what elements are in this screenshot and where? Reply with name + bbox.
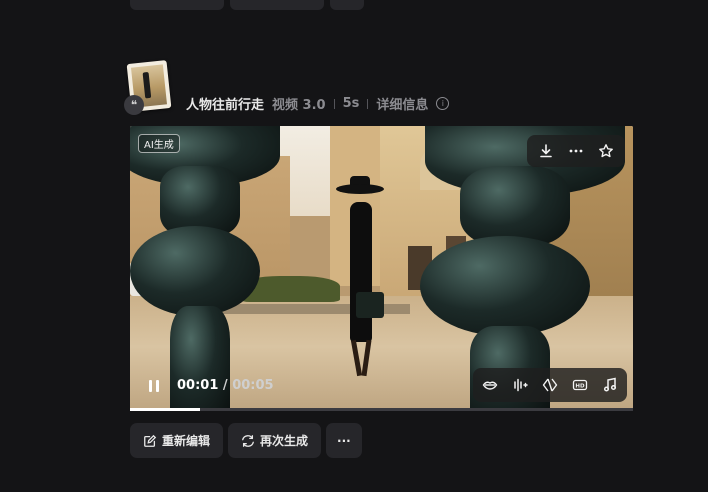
regenerate-button[interactable]: 再次生成 [228, 423, 322, 458]
more-actions-button[interactable]: ··· [326, 423, 362, 458]
scene-woman [336, 176, 384, 377]
details-link[interactable]: 详细信息 [376, 94, 428, 113]
hd-icon[interactable]: HD [567, 372, 593, 398]
svg-text:HD: HD [575, 384, 585, 390]
download-icon[interactable] [533, 138, 559, 164]
progress-fill [130, 408, 201, 411]
more-icon[interactable] [563, 138, 589, 164]
quote-icon: ❝ [124, 95, 144, 115]
divider [367, 98, 369, 109]
star-icon[interactable] [593, 138, 619, 164]
edit-icon [144, 434, 157, 447]
total-time: / 00:05 [222, 378, 274, 393]
record-actions: 重新编辑 再次生成 ··· [130, 423, 362, 458]
scene-vase-right [420, 236, 590, 336]
previous-actions-row [130, 0, 364, 10]
scene-vase-right [460, 166, 570, 246]
previous-more-button[interactable] [330, 0, 364, 10]
video-player[interactable]: AI生成 00:01 / 00:05 HD [130, 126, 633, 409]
previous-reedit-button[interactable] [130, 0, 224, 10]
divider [333, 98, 335, 109]
scene-vase-left [130, 226, 260, 316]
ai-generated-badge: AI生成 [138, 134, 180, 153]
audio-edit-icon[interactable] [507, 372, 533, 398]
prompt-text: 人物往前行走 [186, 98, 265, 113]
refresh-icon [242, 434, 254, 447]
video-top-toolbar [527, 135, 625, 167]
lip-sync-icon[interactable] [477, 372, 503, 398]
reedit-button[interactable]: 重新编辑 [130, 423, 224, 458]
video-bottom-toolbar: HD [473, 368, 627, 402]
model-label: 视频 3.0 [272, 98, 326, 113]
record-header: 人物往前行走 视频 3.0 5s 详细信息 i [186, 94, 450, 113]
regenerate-label: 再次生成 [260, 434, 309, 448]
reedit-label: 重新编辑 [162, 434, 211, 448]
current-time: 00:01 [177, 378, 219, 393]
progress-bar[interactable] [130, 408, 633, 411]
info-icon[interactable]: i [436, 97, 450, 110]
scene-vase-left [170, 306, 230, 409]
music-icon[interactable] [597, 372, 623, 398]
more-dots-icon: ··· [337, 433, 351, 448]
previous-regenerate-button[interactable] [230, 0, 324, 10]
playback-time: 00:01 / 00:05 [177, 378, 274, 393]
pause-icon[interactable] [144, 376, 164, 396]
frame-interpolate-icon[interactable] [537, 372, 563, 398]
duration-label: 5s [342, 96, 360, 111]
